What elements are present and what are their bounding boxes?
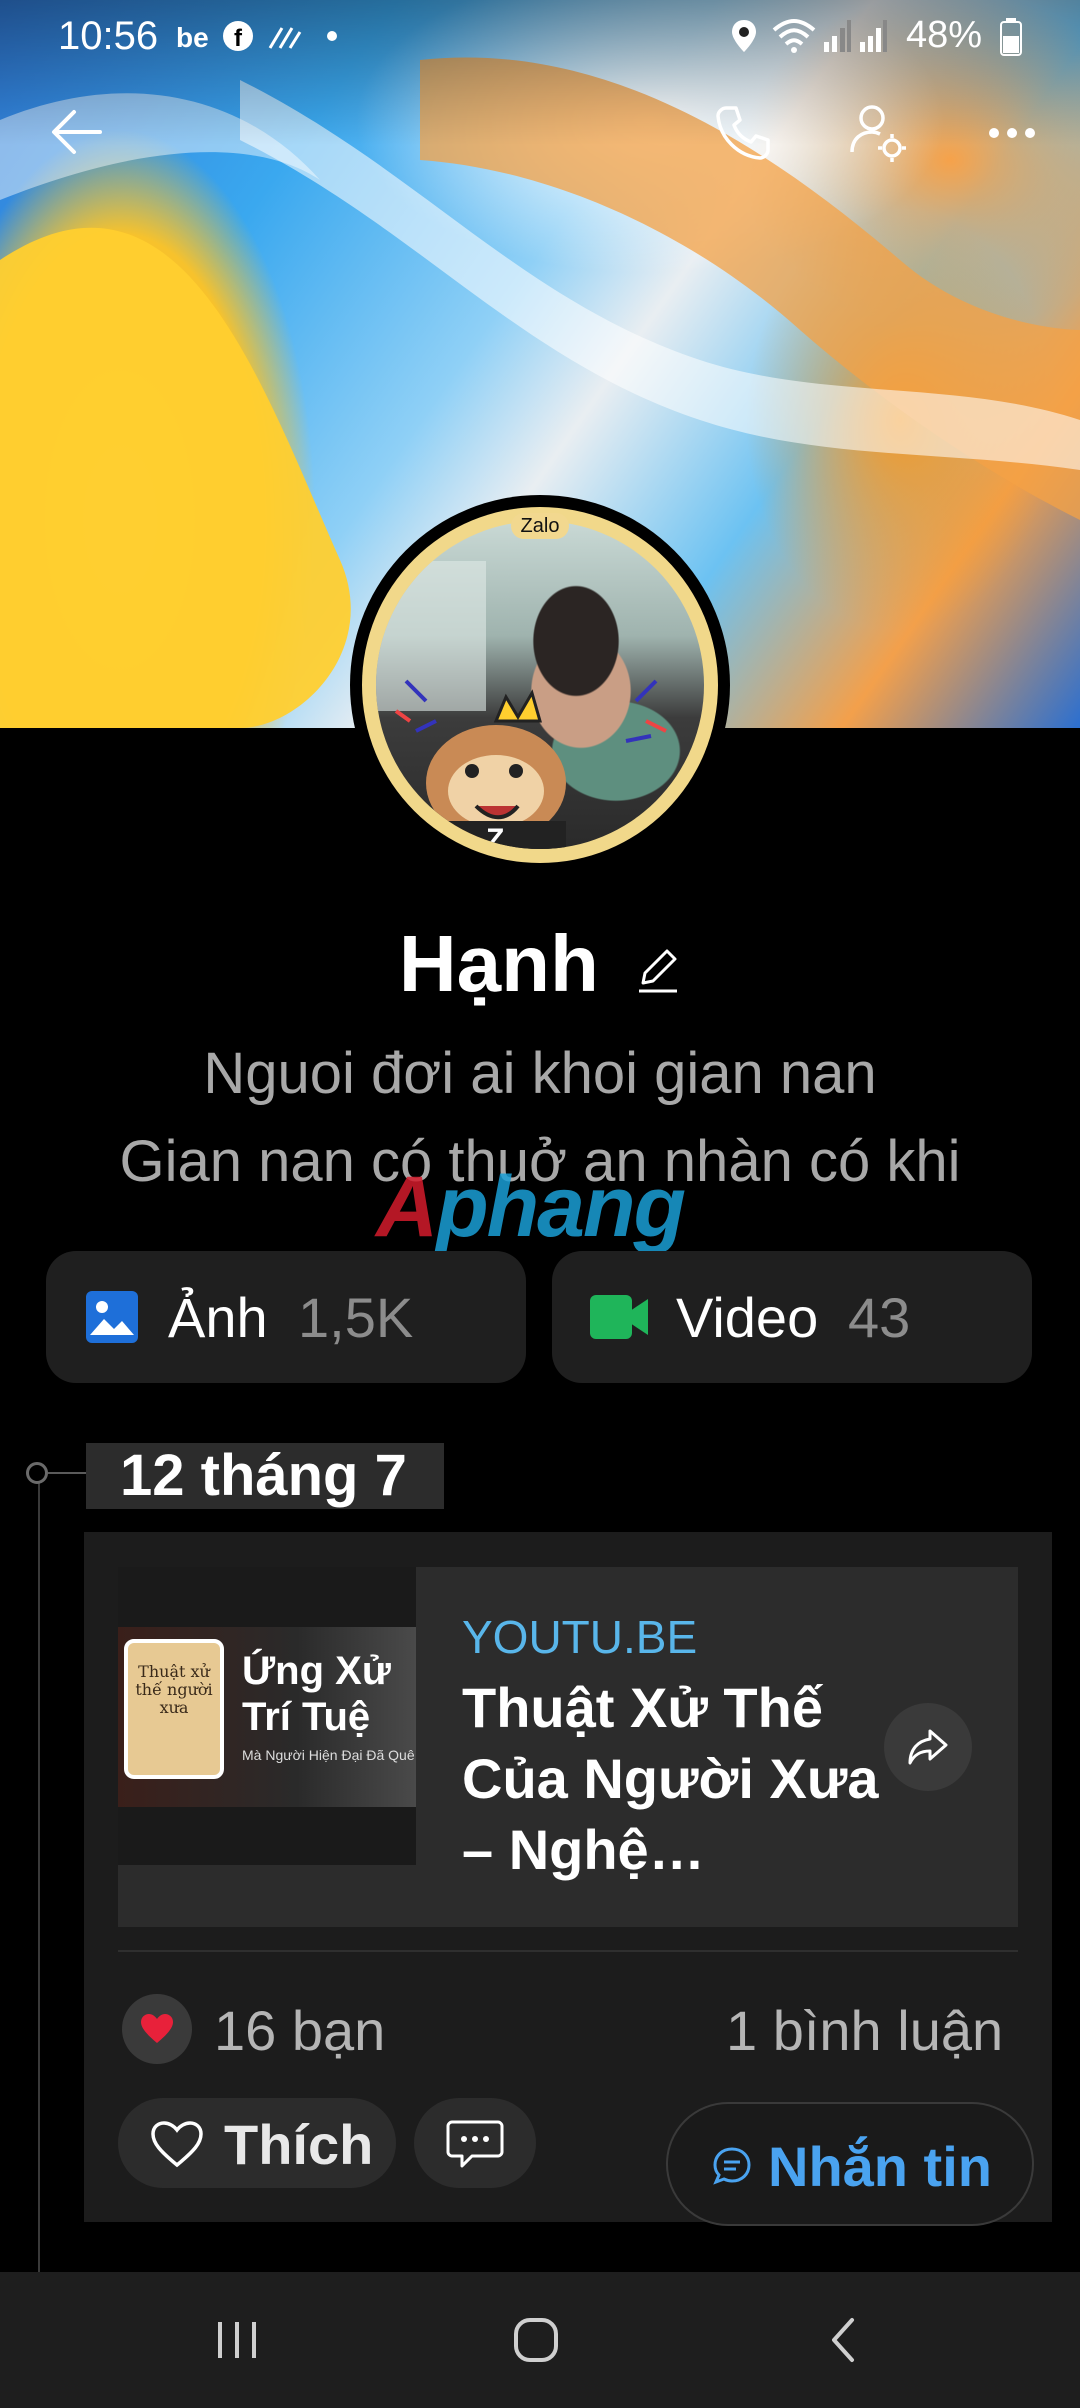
book-cover: Thuật xử thế người xưa bbox=[124, 1639, 224, 1779]
recent-apps-icon[interactable] bbox=[212, 2318, 262, 2362]
avatar-sticker: Z bbox=[376, 561, 667, 849]
battery-percent: 48% bbox=[906, 14, 983, 56]
link-domain: YOUTU.BE bbox=[462, 1611, 698, 1663]
comments-count[interactable]: 1 bình luận bbox=[726, 1998, 1003, 2063]
wifi-icon bbox=[772, 19, 816, 53]
comment-icon bbox=[446, 2120, 504, 2168]
bio-line-1: Nguoi đơi ai khoi gian nan bbox=[203, 1041, 877, 1106]
activity-icon bbox=[268, 27, 302, 49]
reaction-summary[interactable] bbox=[122, 1994, 192, 2064]
edit-name-icon[interactable] bbox=[635, 945, 681, 995]
back-arrow-icon[interactable] bbox=[50, 106, 110, 158]
comment-button[interactable] bbox=[414, 2098, 536, 2188]
facebook-icon: f bbox=[223, 21, 253, 52]
location-icon bbox=[732, 20, 756, 52]
heart-outline-icon bbox=[151, 2121, 203, 2168]
link-thumbnail[interactable]: Thuật xử thế người xưa Ứng Xử Trí Tuệ Mà… bbox=[118, 1567, 416, 1865]
system-back-icon[interactable] bbox=[824, 2316, 864, 2368]
status-bar: 10:56 be f 48% bbox=[0, 0, 1080, 72]
status-time: 10:56 bbox=[58, 14, 159, 58]
thumb-title-1: Ứng Xử bbox=[242, 1649, 391, 1693]
battery-icon bbox=[1000, 18, 1022, 56]
image-icon bbox=[86, 1291, 138, 1343]
timeline-connector bbox=[48, 1472, 86, 1474]
signal-icon bbox=[860, 20, 887, 52]
videos-button[interactable]: Video 43 bbox=[552, 1251, 1032, 1383]
share-arrow-icon bbox=[908, 1729, 948, 1765]
watermark-part-2: phang bbox=[436, 1159, 686, 1255]
dot-icon bbox=[327, 31, 337, 41]
timeline-date: 12 tháng 7 bbox=[86, 1443, 444, 1509]
videos-label: Video bbox=[676, 1286, 819, 1349]
link-title[interactable]: Thuật Xử Thế Của Người Xưa – Nghệ… bbox=[462, 1672, 882, 1885]
photos-label: Ảnh bbox=[168, 1286, 268, 1349]
like-label: Thích bbox=[224, 2113, 374, 2176]
more-options-icon[interactable] bbox=[984, 118, 1044, 148]
heart-icon bbox=[141, 2014, 173, 2043]
signal-icon bbox=[824, 20, 851, 52]
svg-text:Z: Z bbox=[486, 823, 504, 849]
be-icon: be bbox=[176, 22, 209, 53]
timeline-dot bbox=[26, 1462, 48, 1484]
message-label: Nhắn tin bbox=[768, 2135, 992, 2198]
system-nav-bar bbox=[0, 2272, 1080, 2408]
likes-count[interactable]: 16 bạn bbox=[214, 1998, 385, 2063]
thumb-title-2: Trí Tuệ bbox=[242, 1695, 371, 1739]
photos-button[interactable]: Ảnh 1,5K bbox=[46, 1251, 526, 1383]
card-divider bbox=[118, 1950, 1018, 1952]
photos-count: 1,5K bbox=[298, 1286, 414, 1349]
video-camera-icon bbox=[590, 1295, 648, 1339]
profile-name-text: Hạnh bbox=[398, 919, 599, 1008]
profile-name: Hạnh bbox=[0, 918, 1080, 1010]
timeline-line bbox=[38, 1474, 40, 2274]
avatar[interactable]: Z bbox=[376, 521, 704, 849]
home-icon[interactable] bbox=[512, 2316, 564, 2368]
svg-text:f: f bbox=[234, 25, 243, 52]
like-button[interactable]: Thích bbox=[118, 2098, 396, 2188]
watermark-logo: Aphang bbox=[376, 1158, 686, 1257]
zalo-badge: Zalo bbox=[511, 513, 569, 539]
videos-count: 43 bbox=[848, 1286, 911, 1349]
call-icon[interactable] bbox=[712, 102, 772, 162]
share-button[interactable] bbox=[884, 1703, 972, 1791]
chat-bubble-icon bbox=[713, 2147, 751, 2185]
thumb-subtitle: Mà Người Hiện Đại Đã Quê bbox=[242, 1747, 415, 1763]
user-settings-icon[interactable] bbox=[848, 102, 908, 164]
watermark-part-1: A bbox=[376, 1159, 438, 1255]
message-button[interactable]: Nhắn tin bbox=[666, 2102, 1034, 2226]
